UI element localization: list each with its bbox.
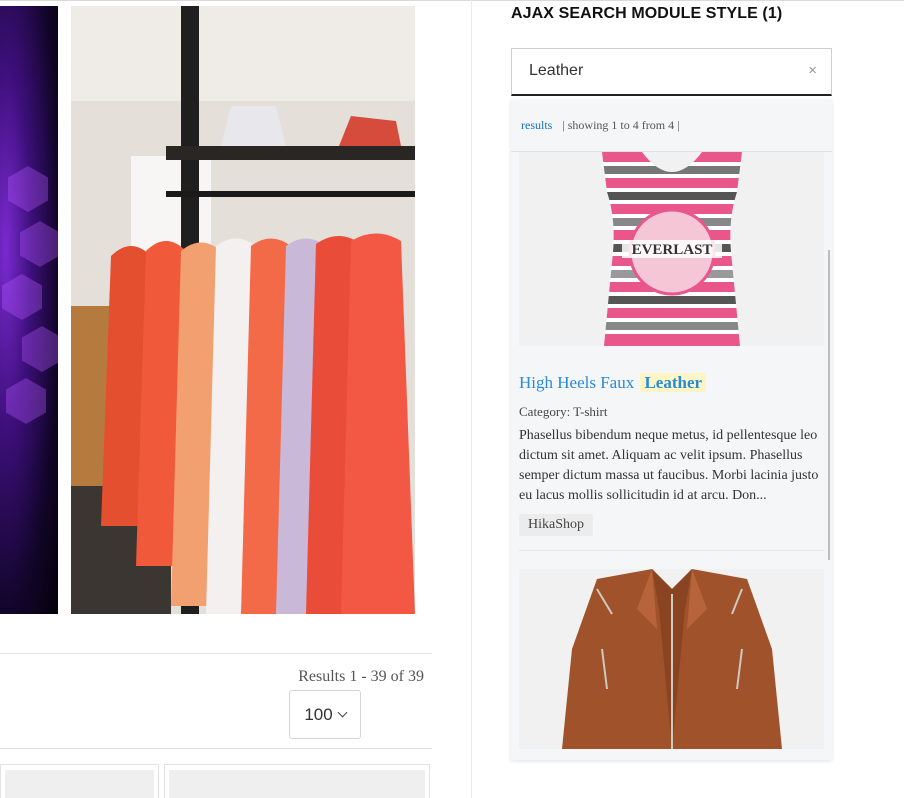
jacket-illustration bbox=[561, 569, 782, 749]
hexagon-decor bbox=[8, 166, 48, 212]
chevron-down-icon bbox=[337, 707, 348, 718]
result-title-text[interactable]: High Heels Faux bbox=[519, 373, 634, 392]
leather-jacket-image[interactable] bbox=[519, 569, 824, 749]
limit-value: 100 bbox=[304, 704, 333, 724]
module-title: AJAX SEARCH MODULE STYLE (1) bbox=[511, 5, 783, 22]
search-input[interactable] bbox=[512, 49, 782, 93]
product-card[interactable] bbox=[0, 764, 159, 798]
listing-divider-top bbox=[0, 653, 432, 654]
result-description: Phasellus bibendum neque metus, id pelle… bbox=[519, 428, 819, 503]
scrollbar[interactable] bbox=[828, 250, 830, 560]
limit-select[interactable]: 100 bbox=[289, 690, 361, 739]
result-item[interactable] bbox=[511, 551, 832, 749]
striped-tshirt-image[interactable]: EVERLAST bbox=[519, 152, 824, 346]
search-results-dropdown[interactable]: results | showing 1 to 4 from 4 | EVERLA… bbox=[511, 100, 832, 760]
search-highlight[interactable]: Leather bbox=[640, 373, 707, 392]
result-item[interactable]: EVERLAST High Heels Faux Leather Categor… bbox=[511, 152, 832, 551]
result-title[interactable]: High Heels Faux Leather bbox=[519, 370, 824, 396]
results-header: results | showing 1 to 4 from 4 | bbox=[511, 100, 832, 152]
search-box[interactable]: × bbox=[511, 48, 832, 96]
results-meta: | showing 1 to 4 from 4 | bbox=[562, 118, 680, 132]
product-image-store-clothes[interactable] bbox=[71, 6, 415, 614]
hexagon-decor bbox=[20, 221, 58, 267]
product-card-image bbox=[5, 770, 154, 798]
hexagon-decor bbox=[22, 326, 58, 372]
clothing-rack-illustration bbox=[71, 6, 415, 614]
hexagon-decor bbox=[2, 274, 42, 320]
close-icon[interactable]: × bbox=[808, 62, 817, 79]
result-tag[interactable]: HikaShop bbox=[519, 514, 593, 536]
results-count: Results 1 - 39 of 39 bbox=[298, 668, 424, 685]
product-card-image bbox=[169, 770, 425, 798]
product-card[interactable] bbox=[164, 764, 430, 798]
product-image-purple[interactable] bbox=[0, 6, 58, 614]
sidebar-divider bbox=[471, 0, 472, 798]
top-divider bbox=[0, 0, 904, 1]
tshirt-illustration: EVERLAST bbox=[601, 152, 742, 346]
tab-results[interactable]: results bbox=[521, 118, 552, 133]
result-category: Category: T-shirt bbox=[519, 404, 608, 419]
hexagon-decor bbox=[6, 378, 46, 424]
listing-divider-bottom bbox=[0, 748, 432, 749]
print-text: EVERLAST bbox=[631, 242, 712, 258]
